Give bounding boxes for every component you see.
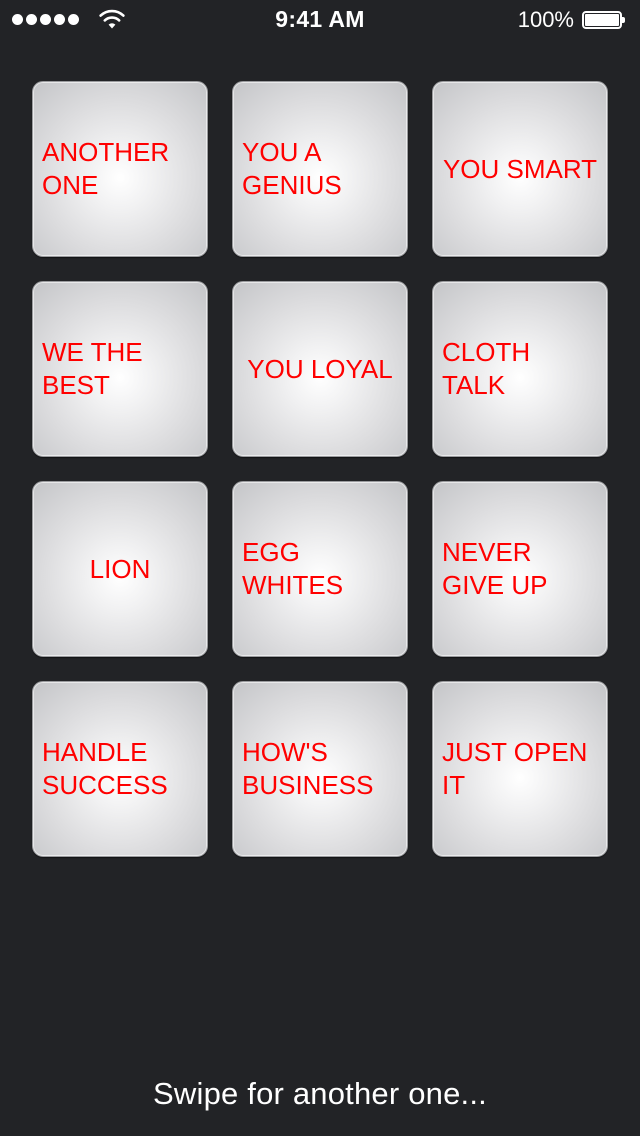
swipe-hint: Swipe for another one... [153, 1076, 487, 1111]
phrase-label: NEVER GIVE UP [442, 537, 548, 600]
phrase-button-handle-success[interactable]: HANDLE SUCCESS [32, 681, 208, 857]
phrase-label: WE THE BEST [42, 337, 143, 400]
phrase-label: YOU LOYAL [247, 353, 393, 384]
battery-icon [582, 11, 626, 29]
phrase-button-lion[interactable]: LION [32, 481, 208, 657]
phrase-button-another-one[interactable]: ANOTHER ONE [32, 81, 208, 257]
phrase-label: ANOTHER ONE [42, 137, 170, 200]
phrase-button-never-give-up[interactable]: NEVER GIVE UP [432, 481, 608, 657]
phrase-label: JUST OPEN IT [442, 737, 588, 800]
status-bar: 9:41 AM 100% [0, 0, 640, 40]
phrase-button-hows-business[interactable]: HOW'S BUSINESS [232, 681, 408, 857]
phrase-label: YOU SMART [442, 153, 598, 184]
battery-fill [585, 14, 619, 26]
phrase-label: HANDLE SUCCESS [42, 737, 168, 800]
phrase-label: CLOTH TALK [442, 337, 531, 400]
phrase-label: YOU A GENIUS [242, 137, 342, 200]
phrase-grid: ANOTHER ONE YOU A GENIUS YOU SMART WE TH… [32, 81, 608, 857]
phrase-label: HOW'S BUSINESS [242, 737, 374, 800]
phrase-button-egg-whites[interactable]: EGG WHITES [232, 481, 408, 657]
phrase-label: EGG WHITES [242, 537, 344, 600]
phrase-button-you-a-genius[interactable]: YOU A GENIUS [232, 81, 408, 257]
battery-percentage: 100% [517, 7, 574, 32]
phrase-button-you-loyal[interactable]: YOU LOYAL [232, 281, 408, 457]
phrase-label: LION [89, 553, 151, 584]
phrase-button-cloth-talk[interactable]: CLOTH TALK [432, 281, 608, 457]
phrase-button-we-the-best[interactable]: WE THE BEST [32, 281, 208, 457]
phrase-button-just-open-it[interactable]: JUST OPEN IT [432, 681, 608, 857]
phrase-button-you-smart[interactable]: YOU SMART [432, 81, 608, 257]
